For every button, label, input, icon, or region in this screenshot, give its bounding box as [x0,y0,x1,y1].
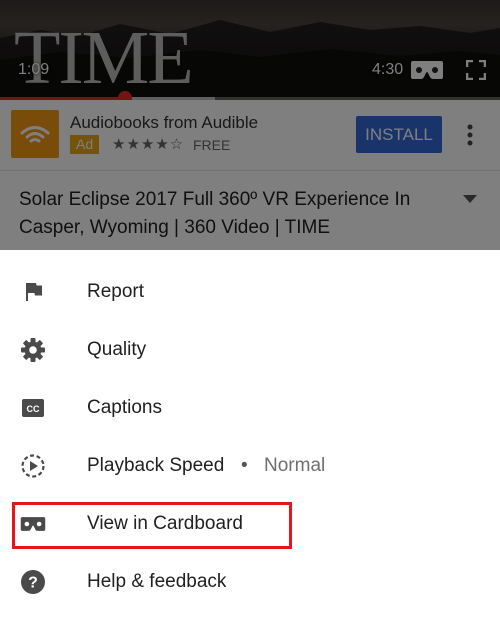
playback-speed-value: Normal [264,455,326,476]
menu-item-label: Captions [87,397,162,418]
menu-item-quality[interactable]: Quality [0,320,500,378]
help-icon: ? [20,569,46,595]
scrim-overlay[interactable] [0,100,500,250]
scrim-overlay-top[interactable] [0,0,500,100]
menu-item-label: Help & feedback [87,571,227,592]
svg-text:?: ? [28,575,38,592]
menu-item-label: Quality [87,339,147,360]
menu-item-captions[interactable]: CC Captions [0,378,500,436]
bullet-separator: • [241,455,248,476]
closed-captions-icon: CC [20,395,46,421]
overflow-menu-sheet: Report Quality CC Captions Playback Spee… [0,250,500,623]
menu-item-label: Playback Speed [87,455,225,476]
menu-item-label: Report [87,281,145,302]
menu-item-playback-speed[interactable]: Playback Speed • Normal [0,436,500,494]
gear-icon [20,337,46,363]
playback-speed-icon [20,453,46,479]
svg-text:CC: CC [27,404,40,414]
flag-icon [20,279,46,305]
highlight-box [12,502,292,549]
menu-item-report[interactable]: Report [0,262,500,320]
menu-item-help-feedback[interactable]: ? Help & feedback [0,552,500,610]
